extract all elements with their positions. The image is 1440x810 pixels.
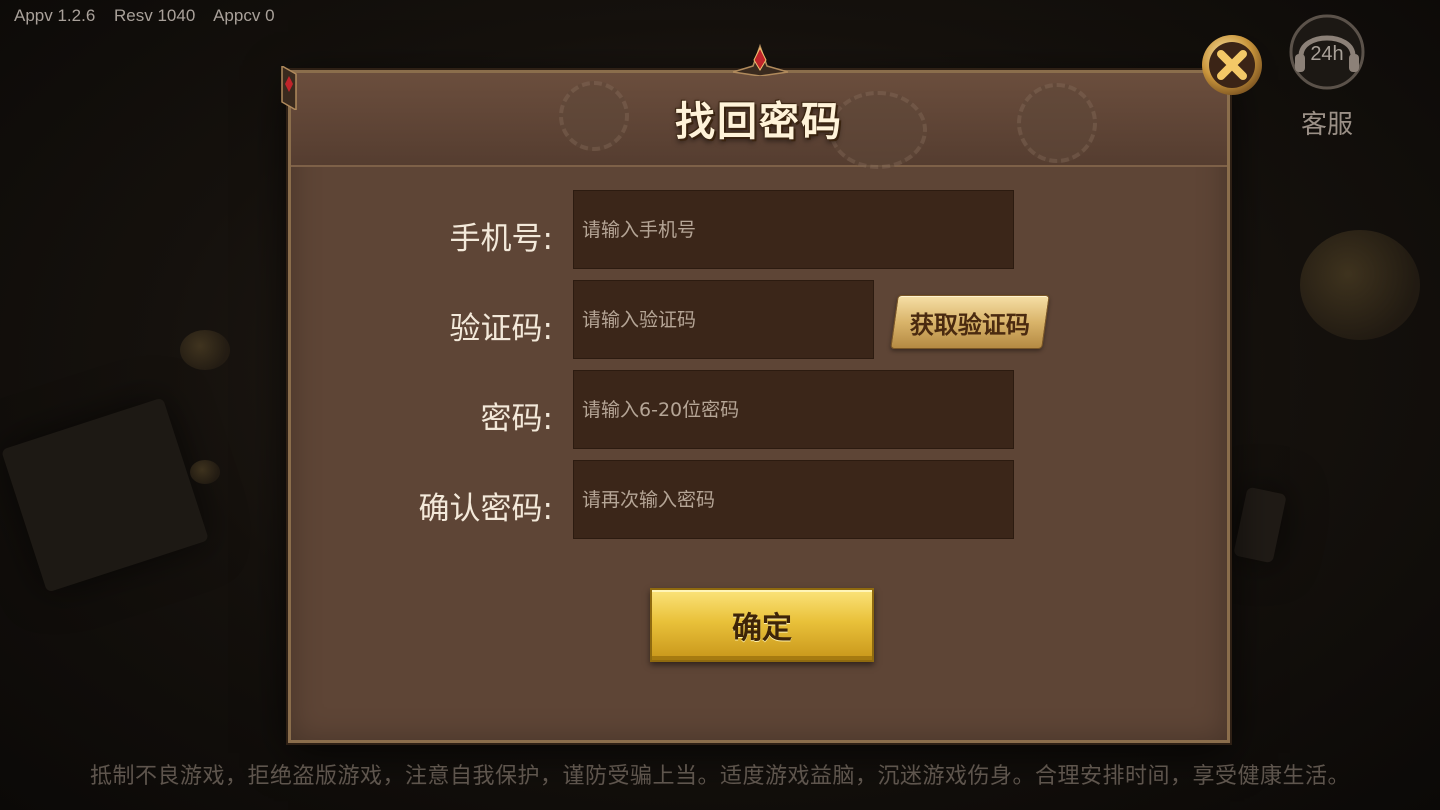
- customer-service-label: 客服: [1300, 110, 1353, 140]
- phone-input-box: [573, 190, 1014, 269]
- headset-24h-icon: 24h: [1289, 14, 1365, 90]
- code-input[interactable]: [580, 307, 873, 332]
- corner-ornament-icon: [281, 66, 297, 110]
- version-info: Appv 1.2.6 Resv 1040 Appcv 0: [14, 6, 289, 26]
- get-code-label: 获取验证码: [910, 309, 1030, 339]
- health-notice: 抵制不良游戏，拒绝盗版游戏，注意自我保护，谨防受骗上当。适度游戏益脑，沉迷游戏伤…: [89, 764, 1350, 789]
- code-input-box: [573, 280, 874, 359]
- confirm-password-input[interactable]: [580, 487, 1013, 512]
- confirm-button[interactable]: 确定: [650, 588, 874, 662]
- diamond-ornament-icon: [733, 43, 788, 76]
- background-card-right: [1233, 486, 1287, 564]
- background-chip: [1300, 230, 1420, 340]
- res-version: Resv 1040: [114, 6, 196, 25]
- confirm-password-input-box: [573, 460, 1014, 539]
- close-icon[interactable]: [1201, 30, 1263, 100]
- password-label: 密码:: [480, 401, 553, 437]
- confirm-label: 确定: [732, 611, 792, 646]
- dialog-header: 找回密码: [291, 73, 1227, 169]
- dialog-title: 找回密码: [675, 98, 843, 145]
- customer-service-button[interactable]: 24h 客服: [1287, 8, 1367, 140]
- get-code-button[interactable]: 获取验证码: [890, 295, 1050, 349]
- service-badge: 24h: [1310, 43, 1343, 65]
- background-chip: [180, 330, 230, 370]
- confirm-password-label: 确认密码:: [418, 491, 553, 527]
- background-chip: [190, 460, 220, 484]
- password-input-box: [573, 370, 1014, 449]
- password-input[interactable]: [580, 397, 1013, 422]
- phone-label: 手机号:: [449, 221, 553, 257]
- appc-version: Appcv 0: [213, 6, 275, 25]
- code-label: 验证码:: [449, 311, 553, 347]
- phone-input[interactable]: [580, 217, 1013, 242]
- background-card-left: [0, 397, 210, 593]
- recover-password-dialog: 找回密码 手机号: 验证码: 获取验证码 密码: 确认密码: 确定: [288, 70, 1230, 743]
- app-version: Appv 1.2.6: [14, 6, 96, 25]
